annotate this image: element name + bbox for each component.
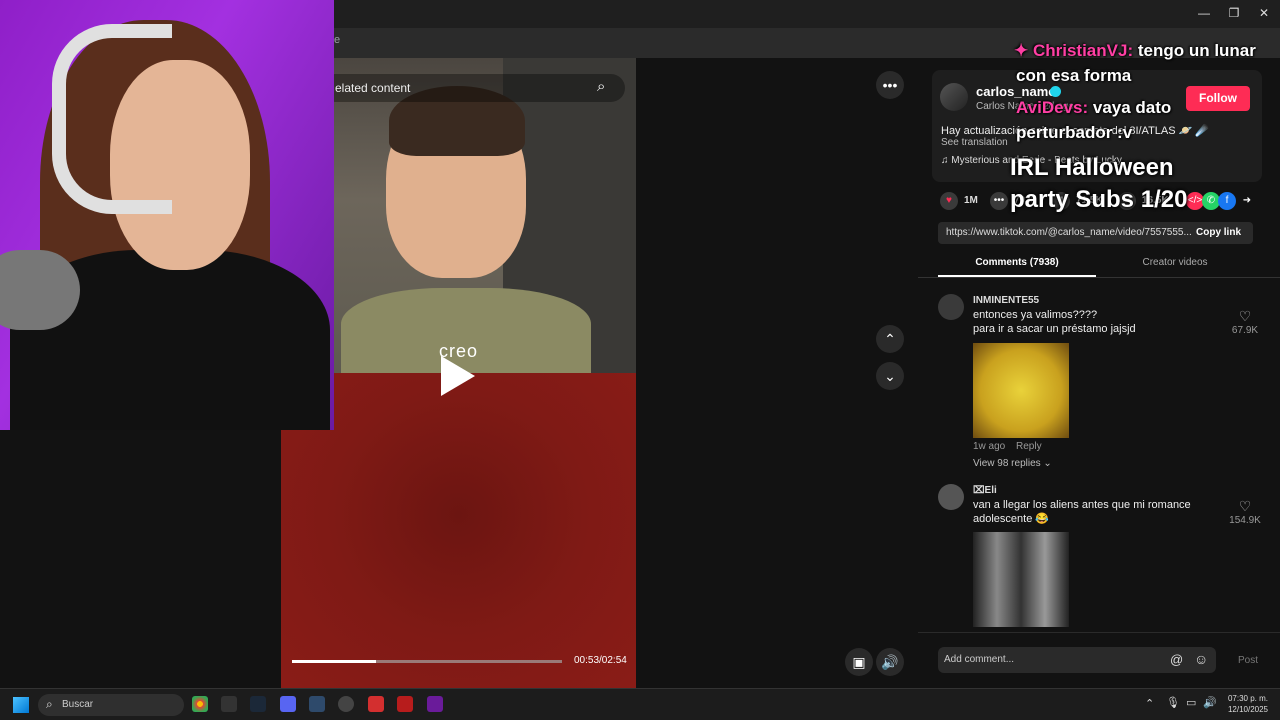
comment-text-line2: para ir a sacar un préstamo jajsjd <box>973 323 1136 335</box>
creator-avatar[interactable] <box>940 83 968 111</box>
mention-icon[interactable]: @ <box>1170 652 1183 667</box>
commenter-avatar[interactable] <box>938 294 964 320</box>
chat-text: vaya dato <box>1088 98 1172 117</box>
facebook-icon[interactable]: f <box>1218 192 1236 210</box>
comment-image[interactable] <box>973 343 1069 438</box>
tab-creator-videos[interactable]: Creator videos <box>1096 257 1254 268</box>
network-icon[interactable]: ▭ <box>1186 696 1196 709</box>
comment-like-count: 154.9K <box>1229 515 1261 526</box>
search-icon: ⌕ <box>46 697 53 711</box>
video-frame-bottom <box>281 373 636 688</box>
post-button[interactable]: Post <box>1238 655 1258 666</box>
address-url[interactable]: e <box>334 34 340 46</box>
tab-divider <box>918 277 1280 278</box>
obs-icon[interactable] <box>338 696 354 712</box>
commenter-avatar[interactable] <box>938 484 964 510</box>
speaker-icon[interactable]: 🔊 <box>1203 696 1217 709</box>
comment-bar: Add comment... @ ☺ Post <box>918 632 1280 688</box>
like-heart-icon[interactable]: ♡ <box>1228 308 1262 325</box>
chevron-down-icon[interactable]: ⌄ <box>876 362 904 390</box>
comment-text-line2: adolescente 😂 <box>973 513 1050 525</box>
see-translation-link[interactable]: See translation <box>941 137 1008 148</box>
related-search-bar[interactable]: elated content ⌕ <box>321 74 625 102</box>
taskbar-date[interactable]: 12/10/2025 <box>1222 705 1268 714</box>
stream-goal-progress: party Subs 1/20 <box>1010 186 1188 213</box>
chrome-icon[interactable] <box>192 696 208 712</box>
microphone-icon <box>0 250 80 330</box>
epic-games-icon[interactable] <box>221 696 237 712</box>
comment-icon[interactable]: ••• <box>990 192 1008 210</box>
miniplayer-icon[interactable]: ▣ <box>845 648 873 676</box>
taskbar: ⌕ Buscar ⌃ 🎙 ▭ 🔊 07:30 p. m. 12/10/2025 <box>0 688 1280 720</box>
emoji-icon[interactable]: ☺ <box>1194 651 1208 667</box>
mic-icon[interactable]: 🎙 <box>1166 696 1180 709</box>
related-search-text: elated content <box>335 81 411 95</box>
comment-image[interactable] <box>973 532 1069 627</box>
details-sidebar: carlos_name Carlos Name · 2d ago Follow … <box>918 58 1280 688</box>
comment-username[interactable]: ⌧Eli <box>973 485 997 496</box>
more-options-icon[interactable]: ••• <box>876 71 904 99</box>
comment-text: van a llegar los aliens antes que mi rom… <box>973 499 1191 511</box>
tab-comments[interactable]: Comments (7938) <box>938 257 1096 268</box>
video-link-box: https://www.tiktok.com/@carlos_name/vide… <box>938 222 1253 244</box>
chat-text: tengo un lunar <box>1133 41 1256 60</box>
comment-placeholder: Add comment... <box>944 654 1015 665</box>
comment-username[interactable]: INMINENTE55 <box>973 295 1039 306</box>
chat-username: ✦ ChristianVJ: <box>1014 41 1134 60</box>
music-app-icon[interactable] <box>427 696 443 712</box>
play-icon[interactable] <box>441 356 475 396</box>
copy-link-button[interactable]: Copy link <box>1196 227 1241 238</box>
video-link-text[interactable]: https://www.tiktok.com/@carlos_name/vide… <box>946 227 1192 238</box>
chat-line: perturbador :v <box>1016 123 1132 143</box>
minimize-button[interactable]: — <box>1194 6 1214 20</box>
chat-line: ✦ ChristianVJ: tengo un lunar <box>1014 41 1256 61</box>
taskbar-search-label: Buscar <box>62 699 94 710</box>
headset-icon <box>52 24 172 214</box>
progress-fill <box>292 660 376 663</box>
chat-text: perturbador :v <box>1016 123 1133 142</box>
maximize-button[interactable]: ❐ <box>1224 6 1244 20</box>
heart-icon[interactable]: ♥ <box>940 192 958 210</box>
windows-start-icon[interactable] <box>13 697 29 713</box>
like-heart-icon[interactable]: ♡ <box>1228 498 1262 515</box>
close-window-button[interactable]: ✕ <box>1254 6 1274 20</box>
view-replies-link[interactable]: View 98 replies ⌄ <box>973 458 1052 469</box>
steam-icon[interactable] <box>250 696 266 712</box>
chat-line: con esa forma <box>1016 66 1131 86</box>
follow-button[interactable]: Follow <box>1186 86 1250 111</box>
stream-goal-title: IRL Halloween <box>1010 154 1174 181</box>
discord-icon[interactable] <box>280 696 296 712</box>
chat-username: AviDevs: <box>1016 98 1089 117</box>
verified-icon <box>1050 86 1061 97</box>
app-red-icon[interactable] <box>368 696 384 712</box>
taskbar-search[interactable]: ⌕ Buscar <box>38 694 184 716</box>
app-red-2-icon[interactable] <box>397 696 413 712</box>
chat-text: con esa forma <box>1016 66 1132 85</box>
comment-like-count: 67.9K <box>1231 325 1259 336</box>
share-arrow-icon[interactable]: ➜ <box>1238 192 1256 210</box>
chat-line: AviDevs: vaya dato <box>1016 98 1171 118</box>
video-player[interactable]: elated content ⌕ creo 00:53/02:54 <box>281 58 636 688</box>
search-icon[interactable]: ⌕ <box>597 78 605 95</box>
comment-time: 1w ago <box>973 441 1006 452</box>
chevron-up-icon[interactable]: ⌃ <box>1145 697 1154 710</box>
likes-count: 1M <box>964 195 978 206</box>
reply-link[interactable]: Reply <box>1016 441 1042 452</box>
webcam-overlay <box>0 0 334 430</box>
app-icon[interactable] <box>309 696 325 712</box>
chevron-up-icon[interactable]: ⌃ <box>876 325 904 353</box>
comment-input[interactable]: Add comment... @ ☺ <box>938 647 1216 673</box>
creator-username[interactable]: carlos_name <box>976 84 1056 99</box>
taskbar-time[interactable]: 07:30 p. m. <box>1222 694 1268 703</box>
video-time: 00:53/02:54 <box>574 655 627 666</box>
comment-text: entonces ya valimos???? <box>973 309 1098 321</box>
volume-icon[interactable]: 🔊 <box>876 648 904 676</box>
